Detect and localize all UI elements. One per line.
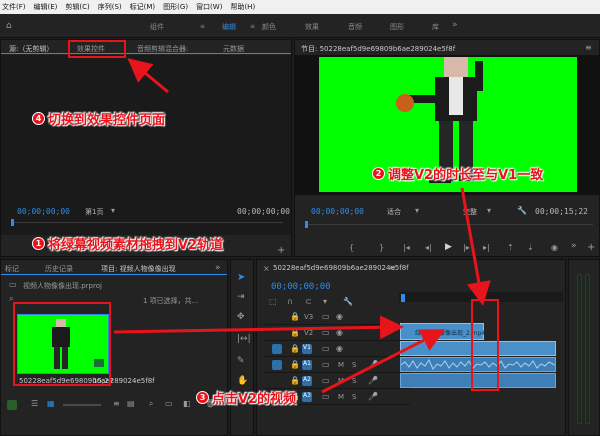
annotation-4-number: 4	[32, 112, 45, 125]
annotation-2: 2 调整V2的时长至与V1一致	[372, 164, 543, 183]
annotation-3-number: 3	[196, 391, 209, 404]
arrow-to-clip-end	[460, 187, 491, 306]
annotation-4: 4 切换到效果控件页面	[32, 109, 165, 128]
annotation-2-text: 调整V2的时长至与V1一致	[388, 168, 544, 183]
annotation-2-number: 2	[372, 167, 385, 180]
annotation-1-text: 将绿幕视频素材拖拽到V2轨道	[48, 238, 224, 253]
arrow-to-v2-clip	[321, 329, 446, 394]
annotation-3-text: 点击V2的视频	[212, 392, 297, 407]
annotation-4-text: 切换到效果控件页面	[48, 113, 166, 128]
annotation-arrows	[113, 58, 491, 394]
annotation-1-number: 1	[32, 237, 45, 250]
annotation-3: 3 点击V2的视频	[196, 388, 296, 407]
arrow-to-v2-track	[113, 315, 404, 340]
annotation-1: 1 将绿幕视频素材拖拽到V2轨道	[32, 234, 223, 253]
arrow-to-effect-controls	[127, 58, 169, 94]
